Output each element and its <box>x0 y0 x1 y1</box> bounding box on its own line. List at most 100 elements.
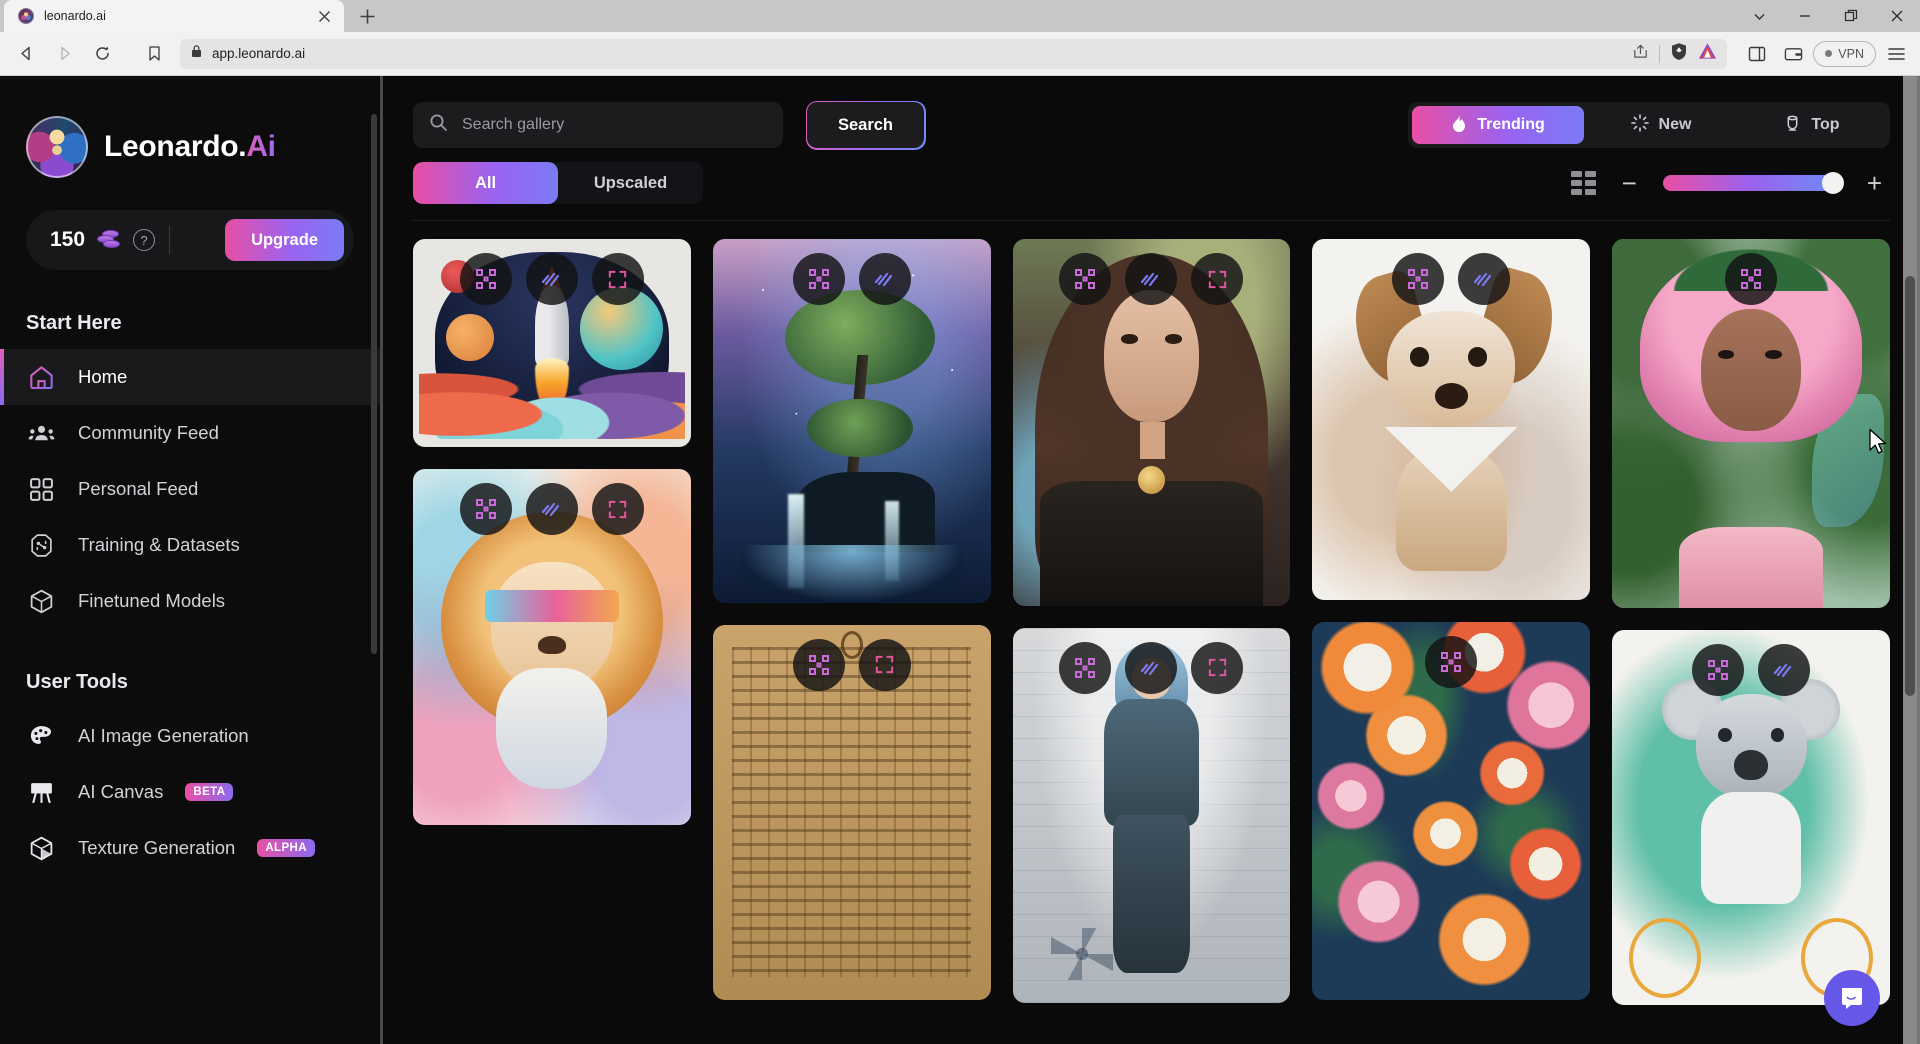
upgrade-button[interactable]: Upgrade <box>225 219 344 261</box>
search-icon <box>429 113 448 137</box>
page-scrollbar[interactable] <box>1903 76 1917 1044</box>
motion-icon[interactable] <box>858 253 911 305</box>
motion-icon[interactable] <box>525 483 578 536</box>
forward-button[interactable] <box>46 38 82 70</box>
reload-button[interactable] <box>84 38 120 70</box>
expand-icon[interactable] <box>591 253 644 305</box>
search-button[interactable]: Search <box>805 100 926 150</box>
vpn-label: VPN <box>1838 46 1864 61</box>
grid-density-icon[interactable] <box>1570 171 1596 195</box>
gallery-card[interactable] <box>1012 627 1291 1003</box>
upscale-icon[interactable] <box>792 253 845 305</box>
window-restore-button[interactable] <box>1828 0 1874 32</box>
credits-help-icon[interactable]: ? <box>133 229 156 251</box>
expand-icon[interactable] <box>1191 253 1244 305</box>
bookmark-icon[interactable] <box>136 38 172 70</box>
browser-tab[interactable]: leonardo.ai <box>4 0 344 32</box>
gallery-card[interactable] <box>1012 239 1291 606</box>
motion-icon[interactable] <box>1458 253 1511 305</box>
sort-tab-label: Top <box>1811 116 1840 133</box>
search-placeholder: Search gallery <box>462 116 565 133</box>
gallery-card[interactable] <box>1312 622 1591 1000</box>
tab-search-chevron-icon[interactable] <box>1736 0 1782 32</box>
sidebar-item-ai-image-generation[interactable]: AI Image Generation <box>0 708 380 764</box>
upscale-icon[interactable] <box>1392 253 1445 305</box>
sidebar-item-finetuned-models[interactable]: Finetuned Models <box>0 573 380 629</box>
sidebar-item-label: Home <box>78 366 128 387</box>
upscale-icon[interactable] <box>1059 253 1112 305</box>
gallery-card[interactable] <box>413 469 691 825</box>
share-icon[interactable] <box>1632 43 1649 65</box>
card-action-overlay <box>1312 253 1590 305</box>
vpn-button[interactable]: VPN <box>1813 40 1876 67</box>
upscale-icon[interactable] <box>1425 636 1478 689</box>
window-close-button[interactable] <box>1874 0 1920 32</box>
motion-icon[interactable] <box>525 253 578 305</box>
sidebar-item-ai-canvas[interactable]: AI Canvas BETA <box>0 764 380 820</box>
vpn-status-dot <box>1825 50 1833 57</box>
zoom-slider[interactable] <box>1662 172 1844 194</box>
brand-logo-block[interactable]: Leonardo.Ai <box>0 110 380 184</box>
gallery-card[interactable] <box>413 239 691 448</box>
upscale-icon[interactable] <box>1725 253 1778 305</box>
expand-icon[interactable] <box>591 483 644 536</box>
new-tab-button[interactable] <box>350 1 384 31</box>
sidebar-item-community-feed[interactable]: Community Feed <box>0 405 380 461</box>
search-input[interactable]: Search gallery <box>413 102 783 148</box>
wallet-icon[interactable] <box>1777 38 1809 70</box>
page-scrollbar-thumb[interactable] <box>1905 276 1915 696</box>
sidebar-scrollbar[interactable] <box>371 114 377 654</box>
tab-close-icon[interactable] <box>314 6 334 26</box>
back-button[interactable] <box>8 38 44 70</box>
filter-tab-upscaled[interactable]: Upscaled <box>558 162 703 204</box>
sort-tab-top[interactable]: Top <box>1738 106 1886 144</box>
expand-icon[interactable] <box>858 638 911 691</box>
upscale-icon[interactable] <box>459 483 512 536</box>
sidebar-item-label: AI Canvas <box>78 781 164 802</box>
gallery-card[interactable] <box>1612 630 1890 1006</box>
search-button-wrap: Search <box>805 100 926 150</box>
people-icon <box>26 418 56 448</box>
filter-tab-all[interactable]: All <box>413 162 558 204</box>
gallery-card[interactable] <box>712 624 991 1000</box>
sort-tab-new[interactable]: New <box>1586 106 1736 144</box>
sidebar-item-personal-feed[interactable]: Personal Feed <box>0 461 380 517</box>
credits-amount: 150 <box>50 228 86 251</box>
side-panel-icon[interactable] <box>1741 38 1773 70</box>
sidebar-item-label: Community Feed <box>78 422 219 443</box>
upscale-icon[interactable] <box>459 253 512 305</box>
upscale-icon[interactable] <box>1692 644 1745 697</box>
intercom-chat-icon[interactable] <box>1824 970 1880 1026</box>
gallery-grid <box>383 221 1920 1044</box>
brand-name-suffix: Ai <box>246 130 276 163</box>
sidebar-item-label: AI Image Generation <box>78 725 249 746</box>
gallery-card[interactable] <box>712 239 991 603</box>
motion-icon[interactable] <box>1758 644 1811 697</box>
motion-icon[interactable] <box>1125 253 1178 305</box>
grid-zoom-controls: − + <box>1570 170 1890 196</box>
card-action-overlay <box>1013 641 1291 694</box>
address-bar[interactable]: app.leonardo.ai <box>180 38 1728 69</box>
sidebar-item-texture-generation[interactable]: Texture Generation ALPHA <box>0 820 380 876</box>
expand-icon[interactable] <box>1191 641 1244 694</box>
window-minimize-button[interactable] <box>1782 0 1828 32</box>
sidebar-section-user-tools: User Tools <box>26 671 128 693</box>
gallery-card[interactable] <box>1312 239 1591 601</box>
gallery-card[interactable] <box>1612 239 1890 609</box>
motion-icon[interactable] <box>1125 641 1178 694</box>
zoom-slider-knob[interactable] <box>1821 172 1844 194</box>
site-lock-icon <box>190 44 203 63</box>
upscale-icon[interactable] <box>792 638 845 691</box>
bat-triangle-icon[interactable] <box>1698 42 1717 65</box>
brave-shield-icon[interactable] <box>1670 42 1688 66</box>
sidebar-item-label: Training & Datasets <box>78 534 240 555</box>
sidebar-item-label: Personal Feed <box>78 478 199 499</box>
sidebar-item-home[interactable]: Home <box>0 349 380 405</box>
upscale-icon[interactable] <box>1059 641 1112 694</box>
sort-tab-trending[interactable]: Trending <box>1412 106 1584 144</box>
zoom-in-button[interactable]: + <box>1867 170 1882 196</box>
zoom-out-button[interactable]: − <box>1622 170 1637 196</box>
sidebar-item-training-datasets[interactable]: Training & Datasets <box>0 517 380 573</box>
home-icon <box>26 362 56 392</box>
hamburger-menu-icon[interactable] <box>1880 38 1912 70</box>
